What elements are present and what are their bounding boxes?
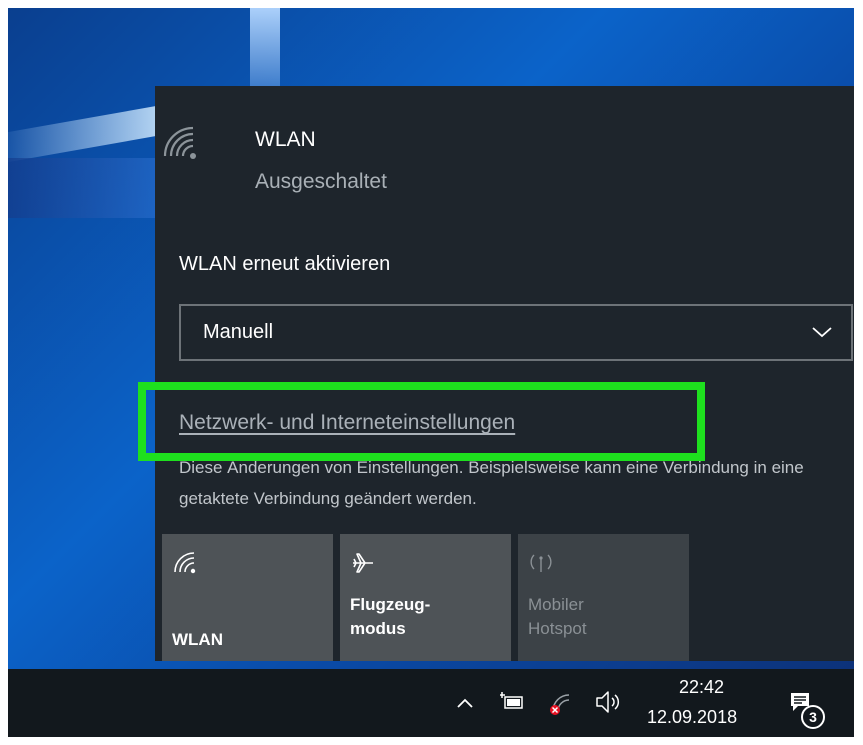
wallpaper-pane: [8, 158, 168, 218]
wifi-icon: [174, 552, 196, 574]
quick-action-airplane-mode[interactable]: Flugzeug- modus: [340, 534, 511, 661]
speaker-icon[interactable]: [594, 689, 622, 715]
settings-description: Diese Änderungen von Einstellungen. Beis…: [179, 458, 804, 508]
airplane-icon: [353, 553, 373, 573]
reactivate-dropdown[interactable]: Manuell: [179, 304, 853, 361]
chevron-down-icon: [812, 327, 832, 338]
quick-action-label: Mobiler Hotspot: [528, 595, 587, 638]
network-flyout: WLAN Ausgeschaltet WLAN erneut aktiviere…: [138, 86, 854, 661]
network-disconnected-icon[interactable]: [547, 691, 573, 717]
highlight-box: [138, 382, 705, 461]
quick-action-label: WLAN: [172, 630, 223, 649]
action-center-button[interactable]: 3: [789, 691, 825, 729]
notification-count-badge: 3: [801, 705, 825, 729]
reactivate-label: WLAN erneut aktivieren: [179, 253, 391, 275]
wlan-title: WLAN: [255, 128, 316, 151]
chevron-up-icon[interactable]: [456, 697, 474, 709]
wallpaper-light-beam: [8, 103, 168, 163]
wlan-status: Ausgeschaltet: [255, 170, 387, 193]
battery-plug-icon[interactable]: [499, 691, 525, 713]
quick-action-wlan[interactable]: WLAN: [162, 534, 333, 661]
taskbar: 22:42 12.09.2018 3: [8, 669, 854, 737]
quick-action-mobile-hotspot[interactable]: Mobiler Hotspot: [518, 534, 689, 661]
quick-action-label: Flugzeug- modus: [350, 595, 431, 638]
hotspot-icon: [530, 554, 552, 572]
dropdown-value: Manuell: [203, 321, 274, 343]
clock-date[interactable]: 12.09.2018: [647, 707, 737, 728]
clock-time[interactable]: 22:42: [679, 677, 724, 698]
wifi-off-icon: [163, 126, 196, 159]
